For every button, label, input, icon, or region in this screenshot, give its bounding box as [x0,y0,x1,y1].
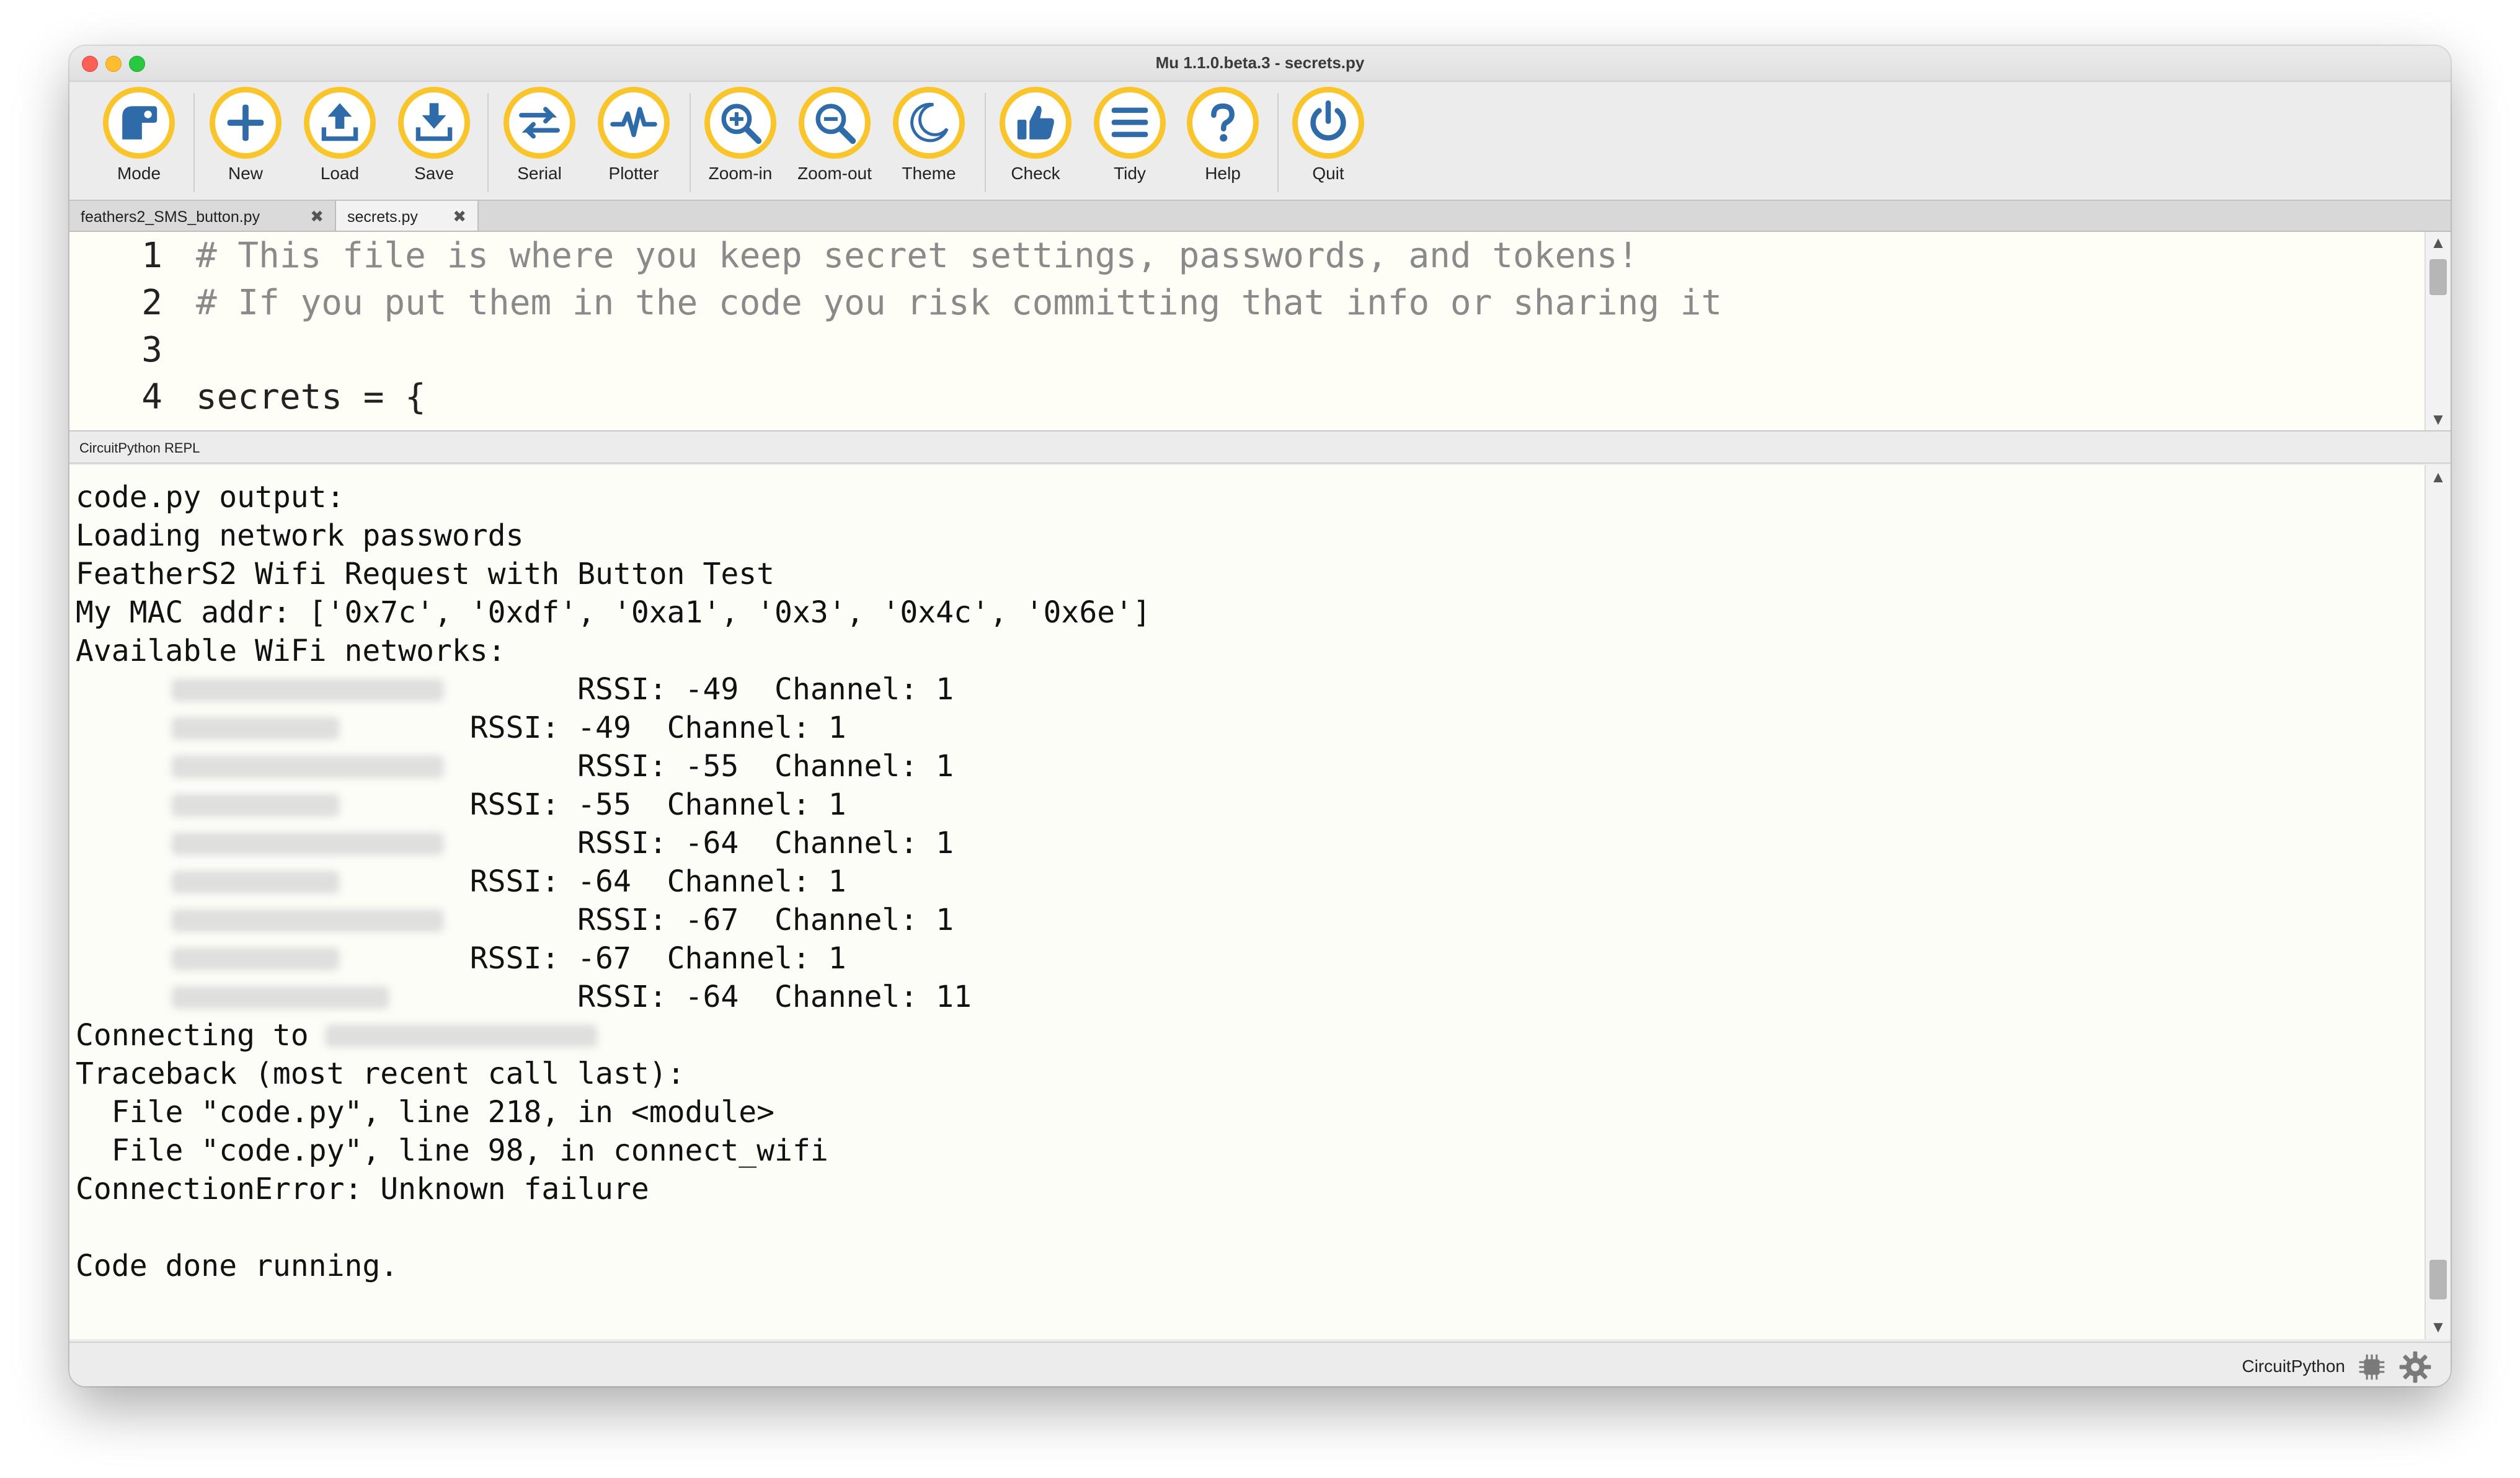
pulse-icon [610,107,657,138]
repl-pane-title: CircuitPython REPL [69,431,2451,464]
editor-scrollbar[interactable]: ▲ ▼ [2425,232,2451,430]
gear-icon[interactable] [2398,1350,2432,1384]
scroll-up-icon[interactable]: ▲ [2429,467,2447,487]
redacted-ssid [171,947,340,971]
power-icon [1310,100,1346,141]
status-bar: CircuitPython [69,1342,2451,1386]
tab-label: secrets.py [347,208,418,226]
repl-line: ConnectionError: Unknown failure [76,1172,649,1206]
question-icon [1211,103,1235,142]
scroll-down-icon[interactable]: ▼ [2429,1317,2447,1337]
scroll-thumb[interactable] [2429,1260,2447,1299]
code-editor[interactable]: 1 2 3 4 # This file is where you keep se… [69,232,2451,431]
title-bar: Mu 1.1.0.beta.3 - secrets.py [69,46,2451,82]
download-icon [415,103,453,141]
scroll-down-icon[interactable]: ▼ [2429,410,2447,429]
repl-line: Code done running. [76,1249,399,1283]
tab-feathers2-sms-button[interactable]: feathers2_SMS_button.py ✖ [69,201,336,231]
code-line[interactable]: secrets = { [196,377,426,417]
menu-lines-icon [1111,107,1148,138]
code-line[interactable]: # If you put them in the code you risk c… [196,283,1722,323]
redacted-ssid [171,909,444,932]
scroll-up-icon[interactable]: ▲ [2429,233,2447,252]
redacted-ssid [171,832,444,856]
current-mode-label[interactable]: CircuitPython [2242,1356,2345,1376]
redacted-ssid [171,678,444,702]
zoom-out-icon [815,104,856,144]
thumbs-up-icon [1017,105,1054,139]
line-number: 1 [141,236,162,276]
moon-icon [910,102,949,143]
plus-icon [227,104,264,141]
repl-line: File "code.py", line 218, in <module> [76,1095,775,1130]
repl-line: Traceback (most recent call last): [76,1056,685,1091]
line-number-gutter: 1 2 3 4 [69,232,193,430]
repl-line: File "code.py", line 98, in connect_wifi [76,1133,828,1168]
code-line[interactable]: # This file is where you keep secret set… [196,236,1638,276]
zoom-in-icon [721,104,762,144]
repl-line: Connecting to [76,1018,309,1053]
line-number: 2 [141,283,162,323]
chip-icon[interactable] [2356,1352,2387,1383]
repl-console[interactable]: code.py output: Loading network password… [69,465,2451,1339]
redacted-ssid [171,717,340,740]
close-tab-icon[interactable]: ✖ [453,207,466,226]
redacted-ssid [325,1024,598,1048]
mode-icon [122,106,158,139]
line-number: 4 [141,377,162,417]
line-number: 3 [141,330,162,370]
repl-line: FeatherS2 Wifi Request with Button Test [76,557,775,591]
repl-line: Loading network passwords [76,518,524,553]
repl-line: Available WiFi networks: [76,634,506,668]
window-title: Mu 1.1.0.beta.3 - secrets.py [1155,53,1365,72]
scroll-thumb[interactable] [2429,259,2447,295]
repl-scrollbar[interactable]: ▲ ▼ [2425,465,2451,1339]
redacted-ssid [171,986,389,1009]
repl-line: My MAC addr: ['0x7c', '0xdf', '0xa1', '0… [76,595,1151,630]
redacted-ssid [171,755,444,779]
mu-editor-window: Mu 1.1.0.beta.3 - secrets.py Mode New Lo… [69,46,2451,1386]
tab-bar: feathers2_SMS_button.py ✖ secrets.py ✖ [69,200,2451,232]
close-tab-icon[interactable]: ✖ [310,207,324,226]
tab-label: feathers2_SMS_button.py [81,208,260,226]
upload-icon [321,103,358,141]
swap-arrows-icon [519,107,560,139]
repl-line: code.py output: [76,480,345,515]
redacted-ssid [171,870,340,894]
tab-secrets[interactable]: secrets.py ✖ [336,201,479,231]
redacted-ssid [171,794,340,817]
